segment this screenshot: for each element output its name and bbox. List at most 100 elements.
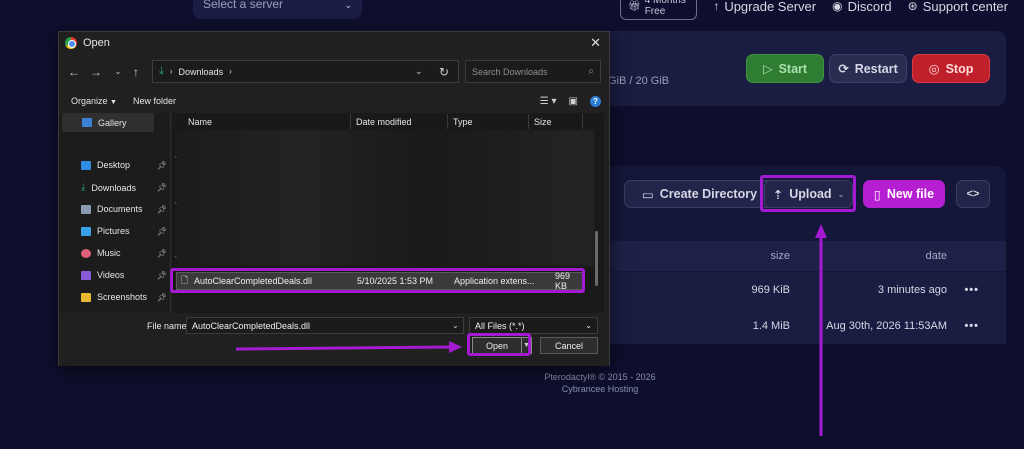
file-size: 969 KB bbox=[555, 271, 571, 291]
vertical-scrollbar[interactable] bbox=[595, 231, 598, 286]
table-row[interactable]: 1.4 MiB Aug 30th, 2026 11:53AM ••• bbox=[610, 308, 1006, 344]
documents-icon bbox=[81, 204, 91, 214]
back-arrow-icon[interactable]: ← bbox=[63, 65, 85, 79]
address-bar[interactable]: ⤓ › Downloads › bbox=[152, 60, 459, 83]
search-downloads-input[interactable]: Search Downloads ⌕ bbox=[465, 60, 601, 83]
dialog-title: Open bbox=[83, 37, 110, 49]
start-button[interactable]: ▷ Start bbox=[746, 54, 824, 83]
chevron-down-icon[interactable]: ⌄ bbox=[452, 321, 459, 330]
column-size[interactable]: size bbox=[770, 250, 790, 262]
table-row[interactable]: 969 KiB 3 minutes ago ••• bbox=[610, 272, 1006, 308]
row-menu-button[interactable]: ••• bbox=[964, 284, 979, 296]
chevron-down-icon: ⌄ bbox=[344, 0, 352, 10]
up-arrow-icon[interactable]: ↑ bbox=[125, 65, 147, 79]
new-file-label: New file bbox=[886, 187, 935, 201]
column-date-modified[interactable]: Date modified bbox=[356, 117, 412, 127]
chevron-down-icon: ⌄ bbox=[837, 189, 845, 199]
pin-icon[interactable]: 📌︎ bbox=[157, 271, 167, 280]
close-icon[interactable]: ✕ bbox=[590, 35, 601, 51]
videos-icon bbox=[81, 270, 91, 280]
cancel-button[interactable]: Cancel bbox=[540, 337, 598, 354]
selected-file-row[interactable]: 🗋︎ AutoClearCompletedDeals.dll 5/10/2025… bbox=[176, 271, 585, 291]
row-date: Aug 30th, 2026 11:53AM bbox=[826, 320, 947, 332]
row-menu-button[interactable]: ••• bbox=[964, 320, 979, 332]
address-history-chevron-icon[interactable]: ⌄ bbox=[415, 66, 423, 77]
folder-icon bbox=[81, 292, 91, 302]
column-name[interactable]: Name bbox=[188, 117, 212, 127]
open-file-dialog: Open ✕ ← → ⌄ ↑ ⤓ › Downloads › ⌄ ↻ Searc… bbox=[58, 31, 610, 366]
sidebar-item-label: Documents bbox=[97, 204, 143, 214]
help-icon[interactable]: ? bbox=[590, 95, 601, 107]
gift-icon: 🎁︎ bbox=[628, 0, 641, 12]
open-label: Open bbox=[485, 340, 509, 351]
column-type[interactable]: Type bbox=[453, 117, 473, 127]
support-center-link[interactable]: ⊛ Support center bbox=[908, 0, 1008, 14]
start-label: Start bbox=[778, 61, 808, 76]
file-type-select[interactable]: All Files (*.*) ⌄ bbox=[469, 317, 598, 334]
column-divider[interactable] bbox=[350, 114, 351, 129]
view-options-icon[interactable]: ☰ ▾ bbox=[540, 96, 557, 107]
file-icon: 🗋︎ bbox=[181, 275, 189, 285]
cancel-label: Cancel bbox=[554, 340, 583, 351]
pin-icon[interactable]: 📌︎ bbox=[157, 249, 167, 258]
preview-pane-icon[interactable]: ▣ bbox=[569, 96, 578, 107]
breadcrumb-separator: › bbox=[169, 67, 173, 76]
footer-host: Cybrancee Hosting bbox=[561, 384, 639, 394]
create-directory-button[interactable]: ▭ Create Directory bbox=[624, 180, 775, 208]
top-nav: 🎁︎ 4 Months Free ↑ Upgrade Server ◉ Disc… bbox=[620, 0, 1008, 20]
discord-link[interactable]: ◉ Discord bbox=[832, 0, 892, 14]
column-divider[interactable] bbox=[582, 114, 583, 129]
sidebar-item-screenshots[interactable]: Screenshots 📌︎ bbox=[81, 292, 169, 302]
column-divider[interactable] bbox=[528, 114, 529, 129]
file-name-input[interactable]: AutoClearCompletedDeals.dll bbox=[186, 317, 464, 334]
upload-label: Upload bbox=[789, 187, 832, 201]
command-bar: Organize ▼ New folder ☰ ▾ ▣ ? bbox=[59, 92, 609, 110]
pin-icon[interactable]: 📌︎ bbox=[157, 293, 167, 302]
code-button[interactable]: <> bbox=[956, 180, 990, 208]
pin-icon[interactable]: 📌︎ bbox=[157, 205, 167, 214]
restart-button[interactable]: ⟳ Restart bbox=[829, 54, 907, 83]
open-dropdown-icon[interactable]: ▼ bbox=[521, 338, 531, 353]
new-file-button[interactable]: ▯ New file bbox=[863, 180, 945, 208]
dialog-titlebar: Open ✕ bbox=[59, 32, 609, 54]
sidebar-item-desktop[interactable]: Desktop 📌︎ bbox=[81, 160, 169, 170]
file-name-label: File name: bbox=[147, 321, 190, 331]
upload-button[interactable]: ⇡ Upload ⌄ bbox=[764, 180, 853, 208]
gallery-icon bbox=[82, 118, 92, 127]
organize-menu[interactable]: Organize ▼ bbox=[71, 96, 117, 106]
music-icon bbox=[81, 248, 91, 258]
refresh-icon[interactable]: ↻ bbox=[439, 65, 449, 79]
stop-button[interactable]: ◎ Stop bbox=[912, 54, 990, 83]
sidebar-item-gallery[interactable]: Gallery bbox=[62, 113, 154, 132]
column-divider[interactable] bbox=[447, 114, 448, 129]
breadcrumb-downloads[interactable]: Downloads bbox=[179, 67, 224, 77]
restart-label: Restart bbox=[854, 61, 898, 76]
pin-icon[interactable]: 📌︎ bbox=[157, 183, 167, 192]
column-date[interactable]: date bbox=[926, 250, 947, 262]
server-select[interactable]: Select a server ⌄ bbox=[193, 0, 362, 19]
folder-plus-icon: ▭ bbox=[641, 187, 654, 202]
navigation-pane: Gallery Desktop 📌︎ ⤓ Downloads 📌︎ Docume… bbox=[59, 113, 171, 313]
promo-badge[interactable]: 🎁︎ 4 Months Free bbox=[620, 0, 698, 20]
sidebar-item-pictures[interactable]: Pictures 📌︎ bbox=[81, 226, 169, 236]
forward-arrow-icon[interactable]: → bbox=[85, 65, 107, 79]
upgrade-server-link[interactable]: ↑ Upgrade Server bbox=[713, 0, 816, 14]
organize-label: Organize bbox=[71, 96, 108, 106]
play-icon: ▷ bbox=[762, 62, 773, 76]
pin-icon[interactable]: 📌︎ bbox=[157, 227, 167, 236]
row-size: 969 KiB bbox=[751, 284, 790, 296]
sidebar-item-videos[interactable]: Videos 📌︎ bbox=[81, 270, 169, 280]
sidebar-item-label: Screenshots bbox=[97, 292, 148, 302]
column-size[interactable]: Size bbox=[534, 117, 552, 127]
support-center-label: Support center bbox=[922, 0, 1008, 14]
chrome-icon bbox=[65, 37, 77, 49]
address-row: ← → ⌄ ↑ ⤓ › Downloads › ⌄ ↻ Search Downl… bbox=[59, 59, 609, 84]
download-icon: ⤓ bbox=[81, 182, 86, 193]
sidebar-item-downloads[interactable]: ⤓ Downloads 📌︎ bbox=[81, 182, 169, 193]
pin-icon[interactable]: 📌︎ bbox=[157, 161, 167, 170]
discord-icon: ◉ bbox=[832, 0, 843, 13]
sidebar-item-music[interactable]: Music 📌︎ bbox=[81, 248, 169, 258]
sidebar-item-documents[interactable]: Documents 📌︎ bbox=[81, 204, 169, 214]
new-folder-button[interactable]: New folder bbox=[133, 96, 176, 106]
file-list-pane: Name Date modified Type Size ⌄ ⌄ ⌄ 🗋︎ Au… bbox=[172, 113, 604, 313]
